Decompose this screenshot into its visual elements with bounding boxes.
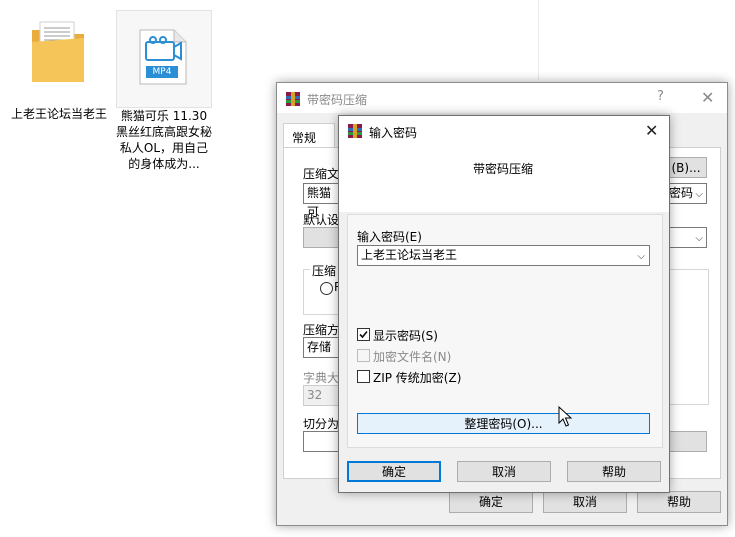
- show-password-label: 显示密码(S): [373, 329, 438, 343]
- browse-button[interactable]: (B)...: [665, 157, 707, 178]
- help-question-button[interactable]: ?: [657, 89, 664, 104]
- chevron-down-icon: ⌵: [695, 189, 703, 200]
- archive-name-field[interactable]: 熊猫可: [303, 183, 343, 219]
- organize-passwords-button[interactable]: 整理密码(O)...: [357, 413, 650, 434]
- desktop-guide-line: [538, 0, 539, 80]
- enter-password-label: 输入密码(E): [357, 230, 422, 244]
- tab-general-label: 常规: [292, 131, 317, 145]
- format-select-value: 密码: [669, 186, 694, 200]
- set-password-button-partial[interactable]: [665, 431, 707, 452]
- archive-ok-button[interactable]: 确定: [449, 491, 533, 513]
- split-field[interactable]: [303, 431, 343, 452]
- right-options-box: [665, 269, 709, 405]
- zip-legacy-checkbox[interactable]: [357, 370, 370, 383]
- password-input-value: 上老王论坛当老王: [361, 248, 458, 262]
- folder-label: 上老王论坛当老王: [10, 107, 107, 121]
- password-cancel-button[interactable]: 取消: [457, 461, 551, 482]
- password-dialog: 输入密码 ✕ 带密码压缩 输入密码(E) 上老王论坛当老王 ⌵ 显示密码(S) …: [338, 115, 670, 493]
- password-dialog-titlebar: 输入密码 ✕: [339, 116, 669, 146]
- zip-legacy-label: ZIP 传统加密(Z): [373, 371, 462, 385]
- archive-format-group-label: 压缩: [310, 262, 339, 279]
- archive-name-label: 压缩文: [303, 167, 340, 181]
- password-input[interactable]: 上老王论坛当老王 ⌵: [357, 245, 650, 266]
- file-type-badge: MP4: [152, 67, 172, 77]
- password-ok-button[interactable]: 确定: [347, 461, 441, 482]
- archive-dialog-title: 带密码压缩: [307, 93, 368, 107]
- dictionary-label: 字典大: [303, 371, 340, 385]
- desktop-folder[interactable]: 上老王论坛当老王: [10, 10, 108, 140]
- chevron-down-icon: ⌵: [695, 233, 703, 244]
- dictionary-select[interactable]: 32: [303, 385, 343, 406]
- winrar-icon: [348, 124, 362, 138]
- password-dialog-body: [339, 146, 669, 212]
- profile-select[interactable]: ⌵: [665, 227, 707, 248]
- file-label: 熊猫可乐 11.30 黑丝红底高跟女秘私人OL，用自己的身体成为...: [116, 109, 213, 171]
- archive-help-button[interactable]: 帮助: [637, 491, 721, 513]
- password-dialog-subtitle: 带密码压缩: [473, 162, 534, 176]
- password-dialog-title: 输入密码: [369, 126, 418, 140]
- method-select[interactable]: 存储: [303, 337, 343, 358]
- default-profile-button[interactable]: [303, 227, 343, 248]
- folder-icon: [32, 21, 84, 82]
- encrypt-filenames-checkbox[interactable]: [357, 349, 370, 362]
- mouse-cursor-icon: [558, 406, 572, 427]
- checkmark-icon: [359, 330, 368, 339]
- chevron-down-icon: ⌵: [637, 251, 645, 262]
- split-label: 切分为: [303, 417, 340, 431]
- show-password-checkbox[interactable]: [357, 328, 370, 341]
- radio-button[interactable]: [320, 282, 333, 295]
- archive-dialog-titlebar: 带密码压缩 ? ✕: [277, 83, 727, 113]
- encrypt-filenames-label: 加密文件名(N): [373, 350, 452, 364]
- archive-cancel-button[interactable]: 取消: [543, 491, 627, 513]
- winrar-icon: [286, 92, 300, 106]
- password-help-button[interactable]: 帮助: [567, 461, 661, 482]
- format-select[interactable]: 密码 ⌵: [665, 183, 707, 204]
- tab-general[interactable]: 常规: [283, 123, 335, 148]
- password-close-button[interactable]: ✕: [645, 121, 658, 140]
- default-profile-label: 默认设: [303, 213, 340, 227]
- archive-close-button[interactable]: ✕: [701, 88, 714, 107]
- method-label: 压缩方: [303, 323, 340, 337]
